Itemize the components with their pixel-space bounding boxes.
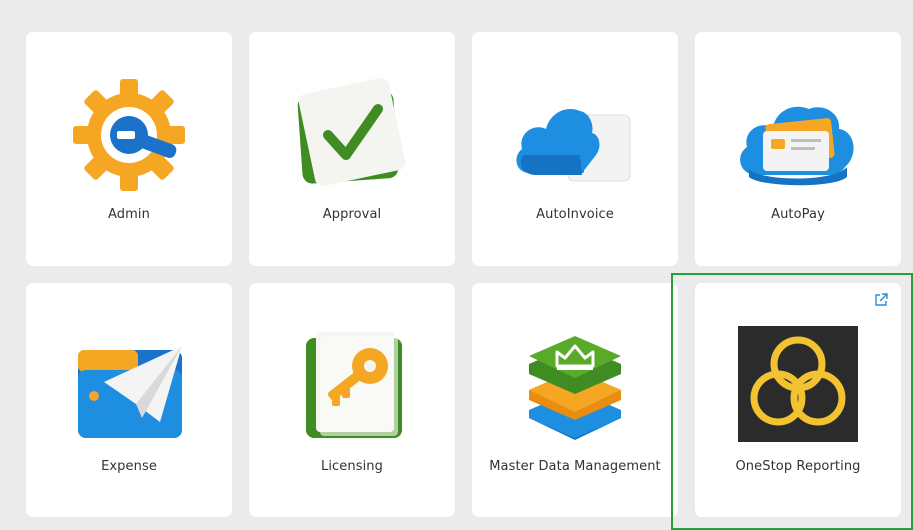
app-label: Licensing <box>320 459 383 474</box>
app-label: Admin <box>108 207 150 222</box>
gear-wrench-icon <box>26 76 232 198</box>
crown-stack-icon <box>472 325 678 447</box>
app-launcher-grid: Admin Approval AutoInvoice AutoPay Expen… <box>0 0 913 530</box>
app-label: Expense <box>101 459 157 474</box>
app-tile-expense[interactable]: Expense <box>26 283 232 517</box>
selection-highlight <box>671 273 913 530</box>
app-tile-autoinvoice[interactable]: AutoInvoice <box>472 32 678 266</box>
cloud-invoice-icon <box>472 76 678 198</box>
app-tile-licensing[interactable]: Licensing <box>249 283 455 517</box>
app-label: Approval <box>322 207 382 222</box>
app-tile-autopay[interactable]: AutoPay <box>695 32 901 266</box>
cloud-card-icon <box>695 76 901 198</box>
app-label: AutoPay <box>771 207 825 222</box>
app-tile-master-data-management[interactable]: Master Data Management <box>472 283 678 517</box>
app-label: Master Data Management <box>489 459 661 474</box>
wallet-paper-plane-icon <box>26 325 232 447</box>
key-document-icon <box>249 325 455 447</box>
app-tile-approval[interactable]: Approval <box>249 32 455 266</box>
app-label: AutoInvoice <box>536 207 614 222</box>
app-tile-admin[interactable]: Admin <box>26 32 232 266</box>
checkmark-card-icon <box>249 76 455 198</box>
